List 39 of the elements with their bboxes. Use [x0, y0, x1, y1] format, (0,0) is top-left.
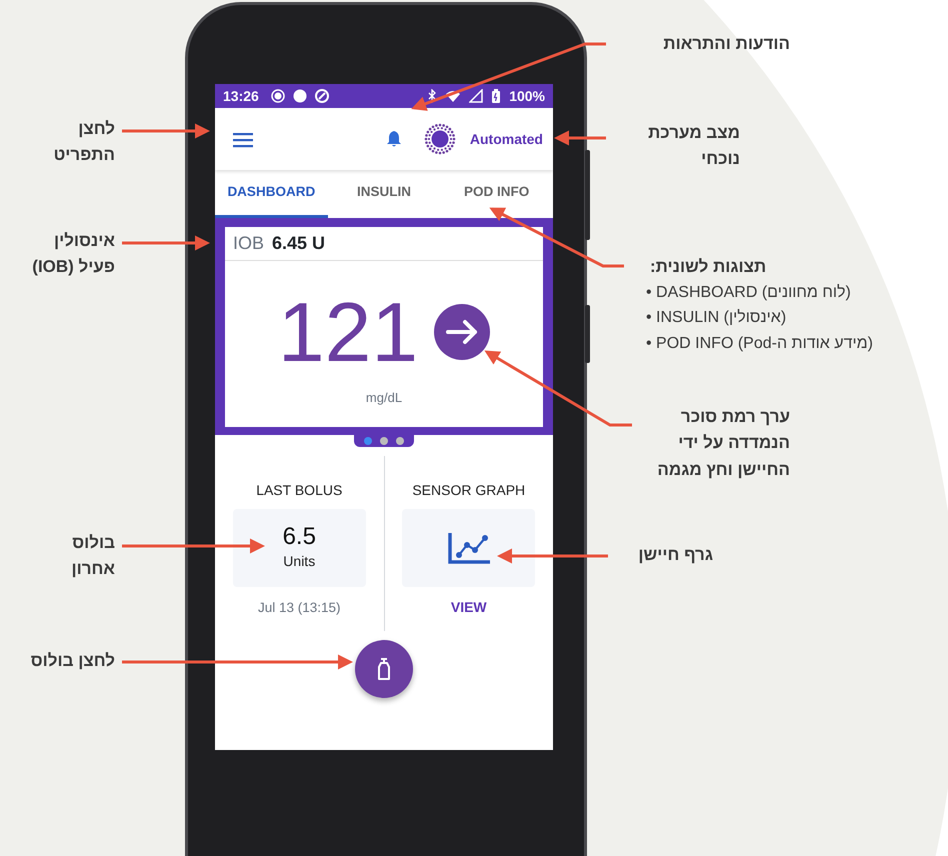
signal-icon — [469, 89, 484, 103]
view-link[interactable]: VIEW — [450, 597, 487, 618]
callout-text: אינסולין פעיל (IOB) — [32, 230, 115, 278]
bell-icon[interactable] — [386, 130, 402, 148]
bolus-time: Jul 13 (13:15) — [258, 599, 341, 617]
glucose-value: 121 — [278, 290, 418, 374]
section-title: SENSOR GRAPH — [412, 481, 526, 500]
battery-icon — [491, 89, 502, 103]
tab[interactable]: POD INFO — [440, 170, 553, 218]
battery-percent: 100% — [509, 86, 545, 106]
status-time: 13:26 — [223, 86, 259, 106]
status-ring-icon — [424, 123, 456, 155]
chart-icon — [446, 531, 491, 565]
callout-text: הודעות והתראות — [663, 33, 790, 55]
iob-value: 6.45 U — [272, 232, 326, 255]
wifi-icon — [445, 89, 462, 103]
glucose-unit: mg/dL — [366, 389, 402, 408]
iob-label: IOB — [233, 232, 264, 255]
bolus-value: 6.5 — [282, 524, 316, 551]
page-dot[interactable] — [396, 437, 404, 445]
target-icon — [270, 89, 285, 103]
callout-text: לחצן בולוס — [30, 650, 115, 672]
page-dot[interactable] — [380, 437, 388, 445]
callout-text: לחצן התפריט — [54, 118, 115, 166]
callout-text: בולוס אחרון — [71, 532, 115, 580]
callout-text: ערך רמת סוכר הנמדדה על ידי החיישן וחץ מגמה — [657, 406, 790, 481]
callout-text: גרף חיישן — [638, 544, 713, 566]
callout-text: מצב מערכת נוכחי — [648, 122, 740, 170]
bolus-button[interactable] — [355, 640, 413, 698]
callout-title: תצוגות לשונית: — [649, 256, 768, 278]
page-dot[interactable] — [364, 437, 372, 445]
dot-icon — [292, 89, 307, 103]
vial-icon — [376, 658, 392, 680]
section-title: LAST BOLUS — [256, 481, 342, 500]
menu-icon[interactable] — [233, 130, 253, 148]
callout-arrow — [554, 130, 606, 146]
tab[interactable]: INSULIN — [328, 170, 440, 218]
bolus-unit: Units — [283, 552, 316, 571]
system-mode: Automated — [470, 130, 543, 148]
